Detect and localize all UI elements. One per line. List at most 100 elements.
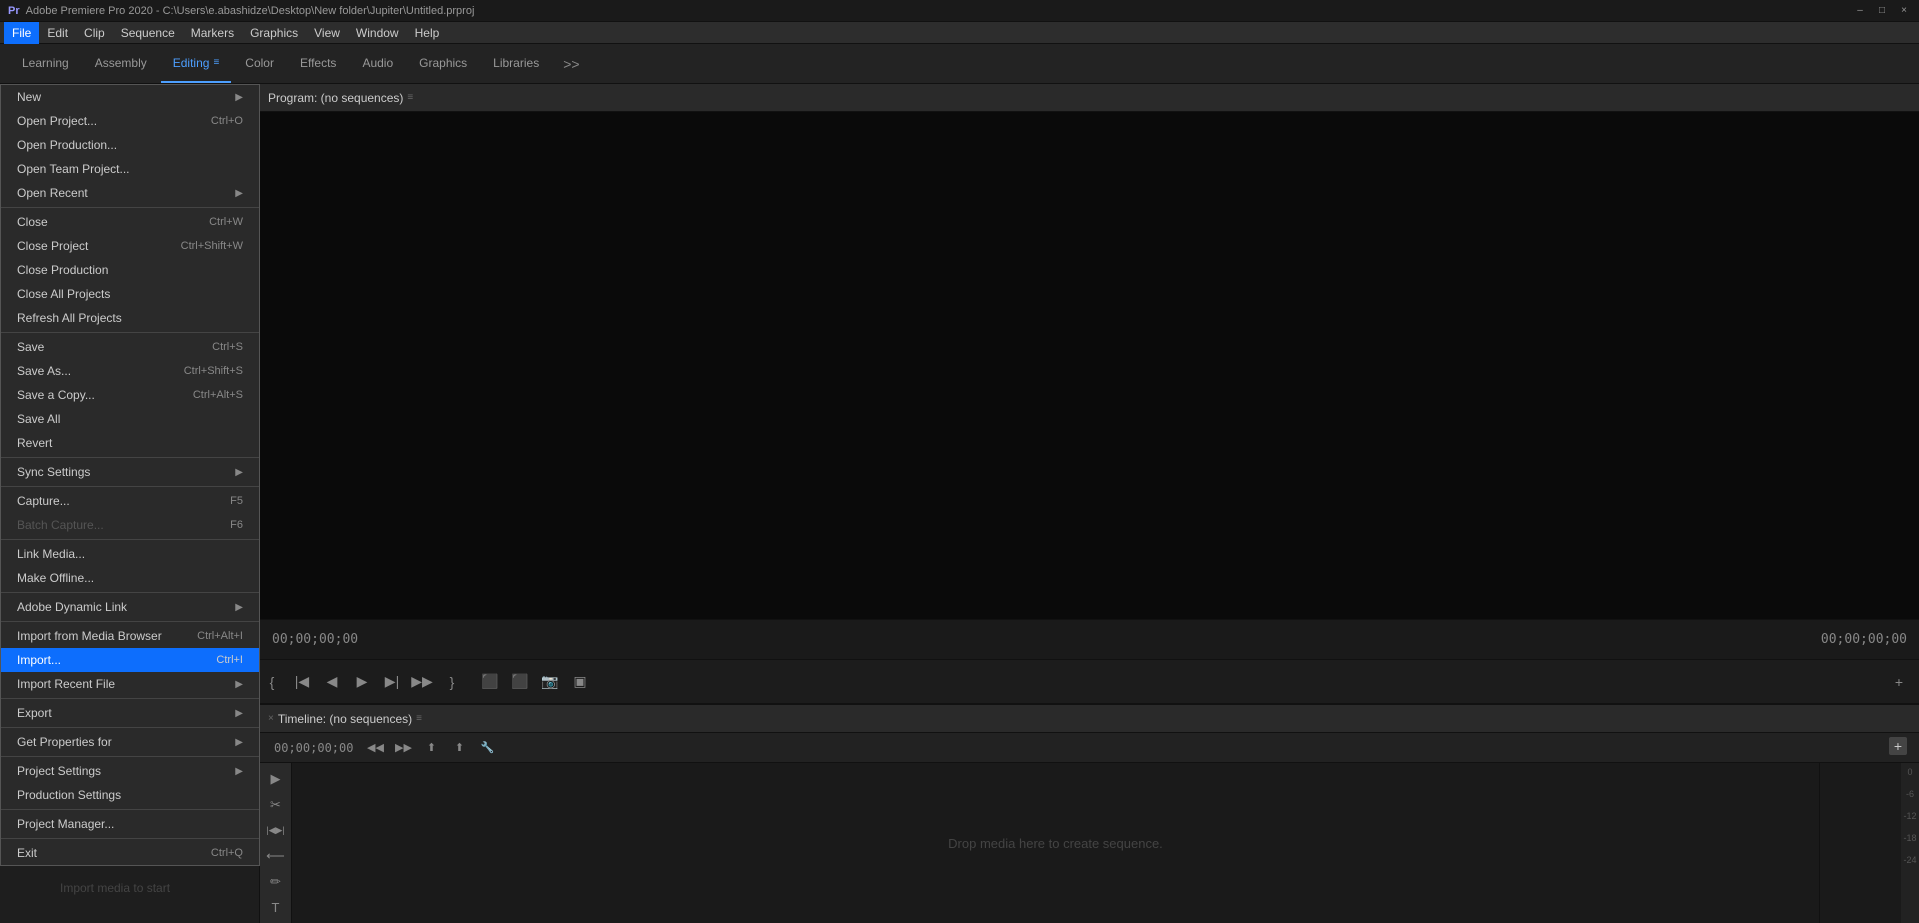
tab-color[interactable]: Color bbox=[233, 45, 286, 83]
window-title: Adobe Premiere Pro 2020 - C:\Users\e.aba… bbox=[26, 5, 1853, 17]
maximize-button[interactable]: □ bbox=[1875, 4, 1889, 18]
program-controls: { |◀ ◀ ▶ ▶| ▶▶ } ⬛ ⬛ 📷 ▣ + bbox=[260, 659, 1919, 703]
program-monitor: Program: (no sequences) ≡ 00;00;00;00 00… bbox=[260, 84, 1919, 703]
separator-6 bbox=[1, 592, 259, 593]
razor-tool-btn[interactable]: ✂ bbox=[263, 793, 289, 817]
menu-item-get-properties[interactable]: Get Properties for ▶ bbox=[1, 730, 259, 754]
step-back-one[interactable]: ◀ bbox=[320, 670, 344, 694]
menu-item-sync-settings[interactable]: Sync Settings ▶ bbox=[1, 460, 259, 484]
main-area: New ▶ Open Project... Ctrl+O Open Produc… bbox=[0, 84, 1919, 923]
menu-item-open-recent[interactable]: Open Recent ▶ bbox=[1, 181, 259, 205]
menu-item-project-settings[interactable]: Project Settings ▶ bbox=[1, 759, 259, 783]
pen-tool-btn[interactable]: ✏ bbox=[263, 870, 289, 894]
menu-item-link-media[interactable]: Link Media... bbox=[1, 542, 259, 566]
tools-panel: ▶ ✂ |◀▶| ⟵ ✏ T bbox=[260, 763, 292, 923]
play-button[interactable]: ▶ bbox=[350, 670, 374, 694]
menu-item-export[interactable]: Export ▶ bbox=[1, 701, 259, 725]
menu-sequence[interactable]: Sequence bbox=[113, 22, 183, 44]
menu-item-batch-capture[interactable]: Batch Capture... F6 bbox=[1, 513, 259, 537]
timeline-area: × Timeline: (no sequences) ≡ 00;00;00;00… bbox=[260, 703, 1919, 923]
menu-clip[interactable]: Clip bbox=[76, 22, 113, 44]
menu-item-close-all-projects[interactable]: Close All Projects bbox=[1, 282, 259, 306]
separator-5 bbox=[1, 539, 259, 540]
timeline-toolbar: 00;00;00;00 ◀◀ ▶▶ ⬆ ⬆ 🔧 bbox=[260, 733, 1919, 763]
menu-item-revert[interactable]: Revert bbox=[1, 431, 259, 455]
mark-out-button[interactable]: } bbox=[440, 670, 464, 694]
timeline-extract-btn[interactable]: ⬆ bbox=[447, 736, 471, 760]
text-tool-btn[interactable]: T bbox=[263, 895, 289, 919]
mini-audio-panel: 0 -6 -12 -18 -24 bbox=[1819, 763, 1919, 923]
timeline-body: ▶ ✂ |◀▶| ⟵ ✏ T Drop media here to create… bbox=[260, 763, 1919, 923]
menu-item-project-manager[interactable]: Project Manager... bbox=[1, 812, 259, 836]
export-frame-button[interactable]: 📷 bbox=[538, 670, 562, 694]
menu-item-open-project[interactable]: Open Project... Ctrl+O bbox=[1, 109, 259, 133]
step-forward-one[interactable]: ▶| bbox=[380, 670, 404, 694]
menu-help[interactable]: Help bbox=[407, 22, 448, 44]
menu-item-exit[interactable]: Exit Ctrl+Q bbox=[1, 841, 259, 865]
insert-button[interactable]: ⬛ bbox=[478, 670, 502, 694]
timeline-close-icon: × bbox=[268, 713, 274, 724]
menu-item-close-project[interactable]: Close Project Ctrl+Shift+W bbox=[1, 234, 259, 258]
menu-item-save-as[interactable]: Save As... Ctrl+Shift+S bbox=[1, 359, 259, 383]
menu-edit[interactable]: Edit bbox=[39, 22, 76, 44]
more-workspaces[interactable]: >> bbox=[557, 52, 585, 76]
tab-audio[interactable]: Audio bbox=[350, 45, 405, 83]
menu-window[interactable]: Window bbox=[348, 22, 407, 44]
menu-graphics[interactable]: Graphics bbox=[242, 22, 306, 44]
menu-item-production-settings[interactable]: Production Settings bbox=[1, 783, 259, 807]
menu-item-import-recent[interactable]: Import Recent File ▶ bbox=[1, 672, 259, 696]
left-panel: New ▶ Open Project... Ctrl+O Open Produc… bbox=[0, 84, 260, 923]
step-back-many[interactable]: |◀ bbox=[290, 670, 314, 694]
timeline-menu-icon[interactable]: ≡ bbox=[416, 713, 422, 724]
separator-8 bbox=[1, 698, 259, 699]
compare-button[interactable]: ▣ bbox=[568, 670, 592, 694]
menu-markers[interactable]: Markers bbox=[183, 22, 242, 44]
menu-bar: File Edit Clip Sequence Markers Graphics… bbox=[0, 22, 1919, 44]
window-controls: – □ × bbox=[1853, 4, 1911, 18]
timeline-timecode: 00;00;00;00 bbox=[268, 739, 359, 757]
track-select-btn[interactable]: ⟵ bbox=[263, 844, 289, 868]
menu-view[interactable]: View bbox=[306, 22, 348, 44]
step-forward-many[interactable]: ▶▶ bbox=[410, 670, 434, 694]
menu-item-import-from-media[interactable]: Import from Media Browser Ctrl+Alt+I bbox=[1, 624, 259, 648]
overwrite-button[interactable]: ⬛ bbox=[508, 670, 532, 694]
menu-item-import[interactable]: Import... Ctrl+I bbox=[1, 648, 259, 672]
menu-item-save[interactable]: Save Ctrl+S bbox=[1, 335, 259, 359]
timeline-lift-btn[interactable]: ⬆ bbox=[419, 736, 443, 760]
tab-editing[interactable]: Editing ≡ bbox=[161, 45, 232, 83]
timecode-right: 00;00;00;00 bbox=[1821, 632, 1907, 647]
separator-2 bbox=[1, 332, 259, 333]
tab-assembly[interactable]: Assembly bbox=[83, 45, 159, 83]
menu-item-new[interactable]: New ▶ bbox=[1, 85, 259, 109]
minimize-button[interactable]: – bbox=[1853, 4, 1867, 18]
menu-item-capture[interactable]: Capture... F5 bbox=[1, 489, 259, 513]
tab-effects[interactable]: Effects bbox=[288, 45, 348, 83]
menu-item-close[interactable]: Close Ctrl+W bbox=[1, 210, 259, 234]
separator-3 bbox=[1, 457, 259, 458]
close-button[interactable]: × bbox=[1897, 4, 1911, 18]
timeline-fwd-btn[interactable]: ▶▶ bbox=[391, 736, 415, 760]
tab-learning[interactable]: Learning bbox=[10, 45, 81, 83]
program-menu-icon[interactable]: ≡ bbox=[407, 92, 413, 103]
ripple-tool-btn[interactable]: |◀▶| bbox=[263, 818, 289, 842]
tab-graphics[interactable]: Graphics bbox=[407, 45, 479, 83]
tab-libraries[interactable]: Libraries bbox=[481, 45, 551, 83]
menu-file[interactable]: File bbox=[4, 22, 39, 44]
timeline-back-btn[interactable]: ◀◀ bbox=[363, 736, 387, 760]
menu-item-open-production[interactable]: Open Production... bbox=[1, 133, 259, 157]
separator-4 bbox=[1, 486, 259, 487]
menu-item-close-production[interactable]: Close Production bbox=[1, 258, 259, 282]
menu-item-adobe-dynamic-link[interactable]: Adobe Dynamic Link ▶ bbox=[1, 595, 259, 619]
timeline-wrench-btn[interactable]: 🔧 bbox=[475, 736, 499, 760]
menu-item-save-copy[interactable]: Save a Copy... Ctrl+Alt+S bbox=[1, 383, 259, 407]
mark-in-button[interactable]: { bbox=[260, 670, 284, 694]
timeline-header: × Timeline: (no sequences) ≡ bbox=[260, 705, 1919, 733]
menu-item-save-all[interactable]: Save All bbox=[1, 407, 259, 431]
menu-item-refresh-all-projects[interactable]: Refresh All Projects bbox=[1, 306, 259, 330]
separator-11 bbox=[1, 809, 259, 810]
menu-item-open-team-project[interactable]: Open Team Project... bbox=[1, 157, 259, 181]
selection-tool-btn[interactable]: ▶ bbox=[263, 767, 289, 791]
add-to-timeline-button[interactable]: + bbox=[1887, 670, 1911, 694]
separator-10 bbox=[1, 756, 259, 757]
menu-item-make-offline[interactable]: Make Offline... bbox=[1, 566, 259, 590]
